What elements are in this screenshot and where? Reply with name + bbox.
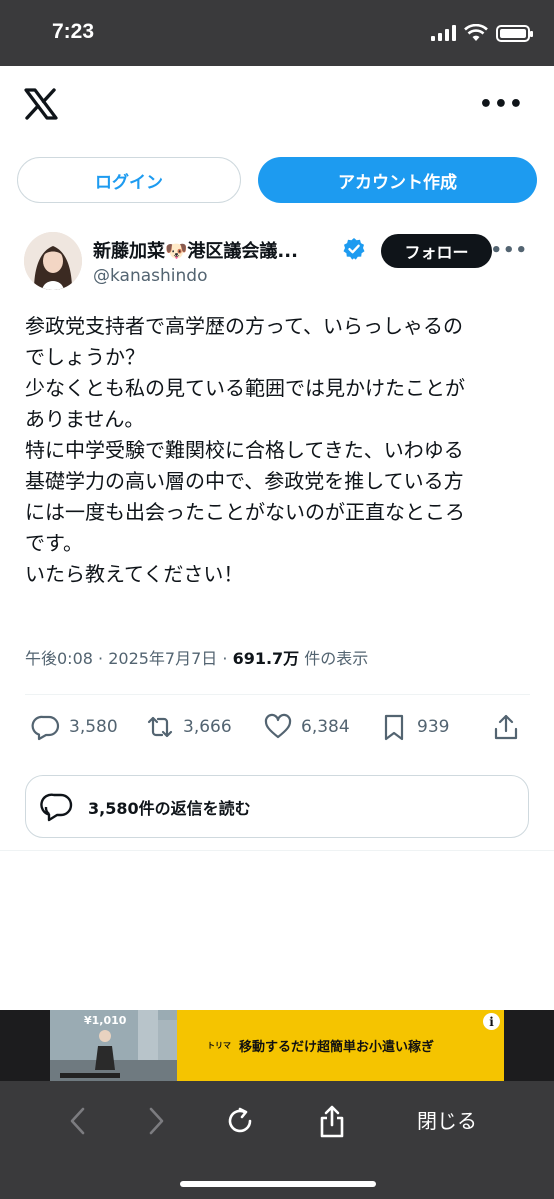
ad-info-icon[interactable]: i [483, 1013, 500, 1030]
close-button[interactable]: 閉じる [417, 1105, 477, 1134]
ad-strip: ¥1,010 トリマ 移動するだけ超簡単お小遣い稼ぎ i [0, 1010, 554, 1081]
chevron-left-icon [70, 1107, 85, 1135]
status-bar: 7:23 [0, 0, 554, 66]
share-page-icon [320, 1105, 344, 1138]
follow-button[interactable]: フォロー [381, 234, 492, 268]
ad-copy: 移動するだけ超簡単お小遣い稼ぎ [239, 1040, 435, 1055]
tweet-actions: 3,580 3,666 6,384 939 [25, 712, 530, 748]
back-button[interactable] [56, 1099, 100, 1143]
read-replies-button[interactable]: 3,580件の返信を読む [25, 775, 529, 838]
ad-price: ¥1,010 [84, 1014, 127, 1027]
status-time: 7:23 [52, 20, 95, 43]
forward-button[interactable] [134, 1099, 178, 1143]
heart-icon [264, 713, 292, 739]
login-button[interactable]: ログイン [17, 157, 241, 203]
divider [0, 850, 554, 851]
status-icons [431, 24, 533, 42]
home-indicator [180, 1181, 376, 1187]
bookmark-button[interactable]: 939 [379, 712, 449, 742]
meta-separator: · [98, 649, 109, 668]
chevron-right-icon [149, 1107, 164, 1135]
share-page-button[interactable] [310, 1099, 354, 1143]
reload-icon [228, 1107, 252, 1133]
top-bar: ••• [0, 66, 554, 142]
ad-brand: トリマ [207, 1041, 231, 1050]
bookmark-count: 939 [417, 717, 450, 737]
wifi-icon [464, 24, 488, 41]
bookmark-icon [384, 714, 404, 741]
read-replies-label: 3,580件の返信を読む [88, 798, 251, 818]
cellular-signal-icon [431, 25, 456, 41]
avatar-image [24, 232, 82, 290]
like-count: 6,384 [301, 717, 350, 737]
tweet-date[interactable]: 2025年7月7日 [108, 649, 217, 668]
reply-button[interactable]: 3,580 [31, 712, 118, 742]
x-logo-icon[interactable] [24, 88, 58, 120]
repost-count: 3,666 [183, 717, 232, 737]
tweet-time[interactable]: 午後0:08 [25, 649, 93, 668]
repost-icon [147, 716, 173, 738]
browser-toolbar: 閉じる [0, 1081, 554, 1199]
tweet-views-suffix: 件の表示 [304, 649, 369, 668]
repost-button[interactable]: 3,666 [145, 712, 232, 742]
author-handle[interactable]: @kanashindo [93, 266, 207, 286]
tweet-text: 参政党支持者で高学歴の方って、いらっしゃるの でしょうか？ 少なくとも私の見てい… [25, 314, 465, 586]
battery-icon [496, 24, 533, 42]
replies-bubble-icon [40, 792, 73, 821]
avatar[interactable] [24, 232, 82, 290]
share-button[interactable] [491, 712, 521, 742]
tweet-meta: 午後0:08 · 2025年7月7日 · 691.7万 件の表示 [25, 645, 368, 669]
divider [25, 694, 530, 695]
reload-button[interactable] [218, 1099, 262, 1143]
create-account-button[interactable]: アカウント作成 [258, 157, 537, 203]
ad-copy-area: トリマ 移動するだけ超簡単お小遣い稼ぎ i [177, 1010, 504, 1081]
verified-badge-icon [343, 238, 365, 260]
share-icon [494, 714, 518, 740]
ad-image: ¥1,010 [50, 1010, 177, 1081]
more-icon[interactable]: ••• [479, 92, 524, 117]
author-display-name[interactable]: 新藤加菜🐶港区議会議... [93, 237, 298, 263]
reply-count: 3,580 [69, 717, 118, 737]
tweet-more-icon[interactable]: ••• [490, 240, 528, 261]
tweet-views-count: 691.7万 [232, 649, 300, 668]
ad-banner[interactable]: ¥1,010 トリマ 移動するだけ超簡単お小遣い稼ぎ i [50, 1010, 504, 1081]
like-button[interactable]: 6,384 [263, 712, 350, 742]
reply-icon [31, 715, 60, 741]
meta-separator: · [222, 649, 233, 668]
